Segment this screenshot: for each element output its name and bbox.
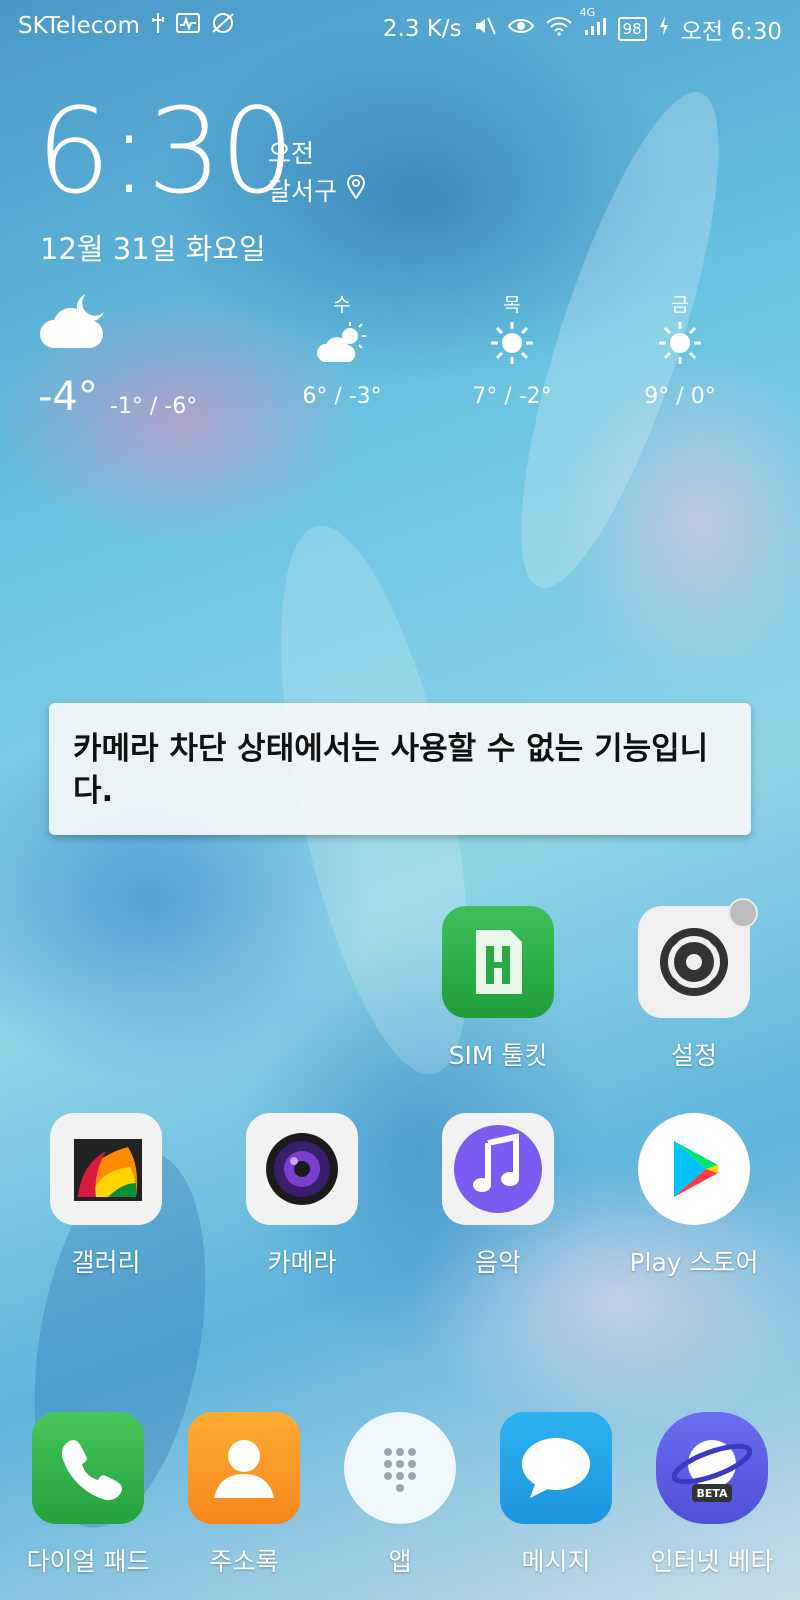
forecast-day: 목 7° / -2° xyxy=(462,290,562,409)
phone-icon xyxy=(32,1412,144,1524)
app-grid-icon xyxy=(344,1412,456,1524)
sun-icon xyxy=(462,318,562,378)
dock-phone[interactable]: 다이얼 패드 xyxy=(3,1412,173,1578)
app-label: 주소록 xyxy=(209,1547,279,1576)
contact-person-icon xyxy=(188,1412,300,1524)
app-label: 카메라 xyxy=(267,1248,337,1277)
gear-icon xyxy=(638,898,758,1018)
app-label: 다이얼 패드 xyxy=(26,1547,150,1576)
app-sim-toolkit[interactable]: SIM 툴킷 xyxy=(413,906,583,1072)
app-label: 음악 xyxy=(474,1248,521,1277)
app-label: 메시지 xyxy=(521,1547,591,1576)
clock-date[interactable]: 12월 31일 화요일 xyxy=(40,226,266,268)
forecast-temp-range: 6° / -3° xyxy=(302,384,382,409)
app-label: 설정 xyxy=(670,1041,717,1070)
activity-icon xyxy=(175,12,200,40)
app-play-store[interactable]: Play 스토어 xyxy=(609,1113,779,1279)
gallery-icon xyxy=(50,1113,162,1225)
status-bar: SKTelecom 2.3 K/s 4G 98 오전 6:30 xyxy=(0,0,800,54)
dock-messages[interactable]: 메시지 xyxy=(471,1412,641,1578)
usb-icon xyxy=(150,12,166,40)
partly-cloudy-icon xyxy=(292,318,392,378)
beta-badge: BETA xyxy=(696,1487,728,1500)
internet-planet-icon: BETA xyxy=(656,1412,768,1524)
charging-icon xyxy=(659,16,669,42)
app-settings[interactable]: 설정 xyxy=(609,898,779,1072)
sim-card-icon xyxy=(442,906,554,1018)
music-note-icon xyxy=(442,1113,554,1225)
app-label: Play 스토어 xyxy=(629,1248,759,1277)
app-music[interactable]: 음악 xyxy=(413,1113,583,1279)
battery-indicator: 98 xyxy=(617,17,647,41)
clock-ampm: 오전 xyxy=(268,139,315,168)
app-gallery[interactable]: 갤러리 xyxy=(21,1113,191,1279)
message-bubble-icon xyxy=(500,1412,612,1524)
location-label: 달서구 xyxy=(268,177,338,206)
clock-location[interactable]: 달서구 xyxy=(268,172,366,208)
forecast-day: 금 9° / 0° xyxy=(630,290,730,409)
clock-time[interactable]: 6:30 xyxy=(36,92,295,210)
app-label: 인터넷 베타 xyxy=(650,1547,774,1576)
eye-icon xyxy=(507,16,534,42)
carrier-name: SKTelecom xyxy=(18,13,140,39)
forecast-temp-range: 9° / 0° xyxy=(644,384,716,409)
dock-app-drawer[interactable]: 앱 xyxy=(315,1412,485,1578)
toast-message: 카메라 차단 상태에서는 사용할 수 없는 기능입니다. xyxy=(49,703,751,835)
camera-off-icon xyxy=(210,12,236,40)
play-store-icon xyxy=(638,1113,750,1225)
current-weather-icon[interactable] xyxy=(36,290,116,358)
camera-lens-icon xyxy=(246,1113,358,1225)
sun-icon xyxy=(630,318,730,378)
forecast-day: 수 6° / -3° xyxy=(292,290,392,409)
dock-contacts[interactable]: 주소록 xyxy=(159,1412,329,1578)
forecast-day-label: 수 xyxy=(333,294,351,316)
wifi-icon xyxy=(545,16,572,42)
dock-internet-beta[interactable]: BETA 인터넷 베타 xyxy=(627,1412,797,1578)
notification-dot xyxy=(728,898,758,928)
mute-icon xyxy=(474,15,496,43)
current-temp-range: -1° / -6° xyxy=(110,394,198,419)
app-camera[interactable]: 카메라 xyxy=(217,1113,387,1279)
app-label: SIM 툴킷 xyxy=(448,1041,548,1070)
cellular-signal-icon: 4G xyxy=(580,6,606,42)
forecast-day-label: 목 xyxy=(503,294,521,316)
app-label: 앱 xyxy=(388,1547,412,1576)
forecast-day-label: 금 xyxy=(671,294,689,316)
status-time: 오전 6:30 xyxy=(680,19,782,45)
current-temperature: -4° xyxy=(38,374,98,420)
location-pin-icon xyxy=(347,174,366,205)
app-label: 갤러리 xyxy=(71,1248,141,1277)
network-type: 4G xyxy=(579,6,596,19)
network-speed: 2.3 K/s xyxy=(382,16,462,42)
forecast-temp-range: 7° / -2° xyxy=(472,384,552,409)
